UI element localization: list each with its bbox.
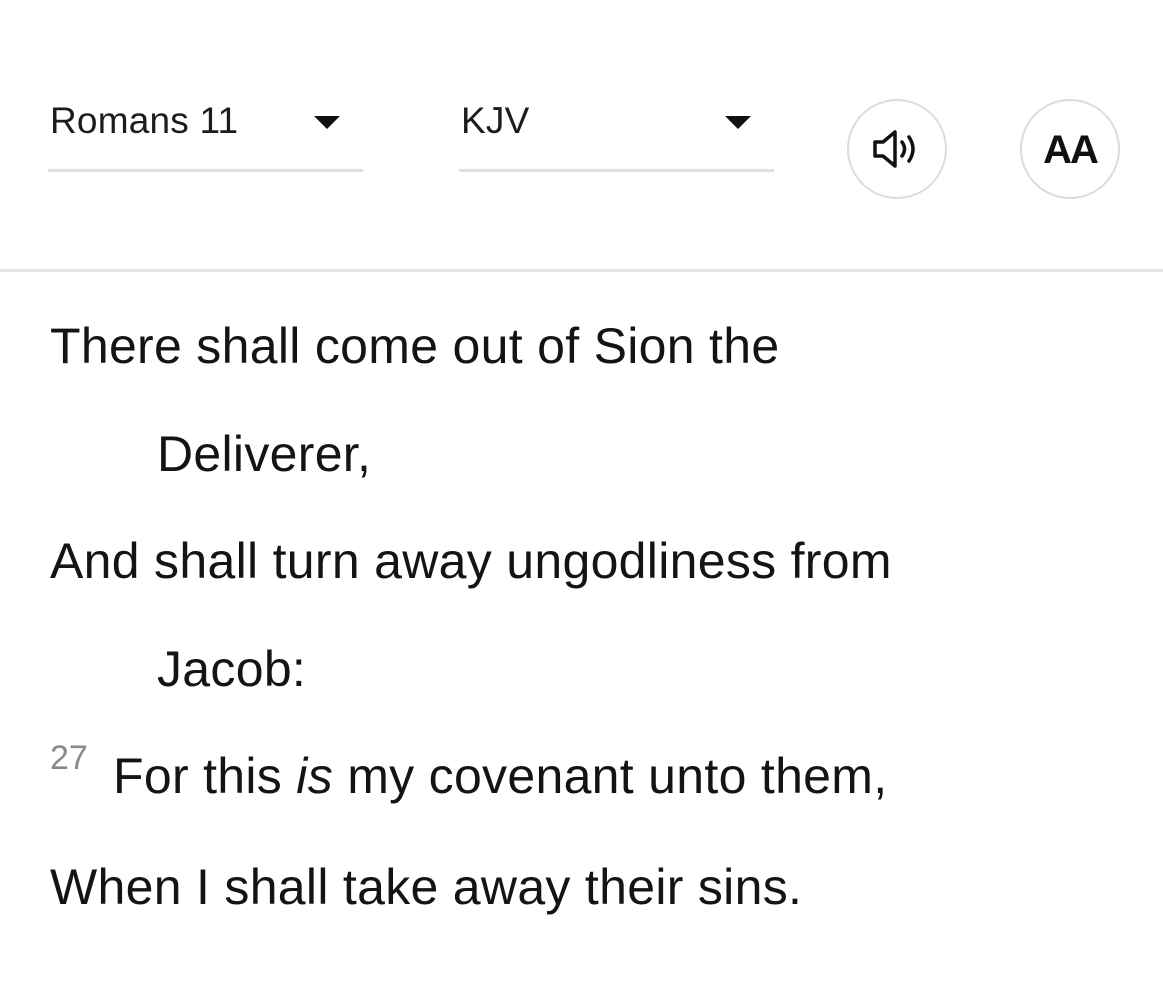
verse-text-segment: For this [113, 748, 297, 804]
passage-line: And shall turn away ungodliness from [50, 533, 892, 589]
audio-button[interactable] [847, 99, 947, 199]
chevron-down-icon [314, 116, 340, 129]
chevron-down-icon [725, 116, 751, 129]
font-size-button[interactable]: AA [1020, 99, 1120, 199]
passage-line: Deliverer, [157, 426, 372, 482]
book-chapter-select[interactable]: Romans 11 [48, 90, 363, 172]
version-select[interactable]: KJV [459, 90, 774, 172]
passage-content: There shall come out of Sion the Deliver… [0, 275, 1163, 999]
passage-line: When I shall take away their sins. [50, 859, 803, 915]
version-label: KJV [461, 100, 530, 141]
speaker-icon [873, 130, 915, 168]
font-size-label: AA [1043, 127, 1099, 172]
verse-italic-word: is [296, 748, 334, 804]
verse-27-text: For this is my covenant unto them, [113, 747, 887, 805]
passage-line: Jacob: [157, 641, 307, 697]
reader-toolbar: Romans 11 KJV AA [0, 0, 1163, 272]
verse-number: 27 [50, 739, 88, 777]
verse-text-segment: my covenant unto them, [333, 748, 888, 804]
passage-line: There shall come out of Sion the [50, 318, 780, 374]
book-chapter-label: Romans 11 [50, 100, 239, 141]
